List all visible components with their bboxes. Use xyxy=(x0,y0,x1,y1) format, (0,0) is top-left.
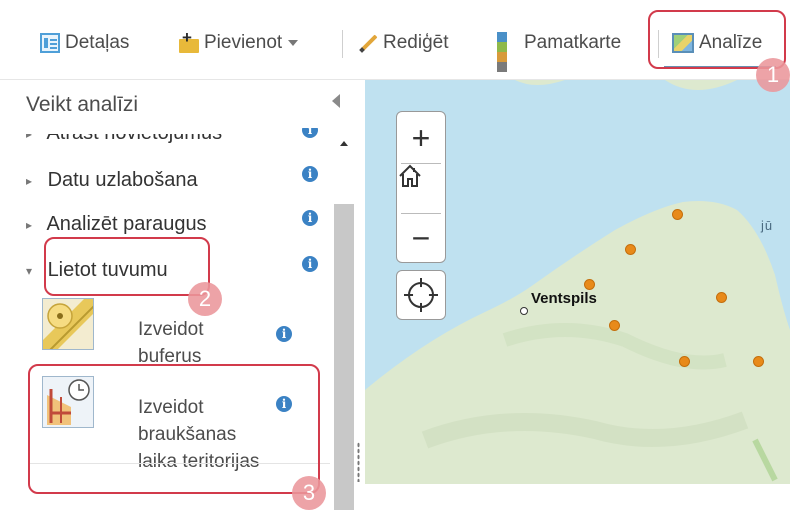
details-button[interactable]: Detaļas xyxy=(40,28,129,58)
highlight-step-2 xyxy=(44,237,210,296)
city-marker xyxy=(520,307,528,315)
resize-grip[interactable] xyxy=(357,442,360,482)
info-icon[interactable]: i xyxy=(276,326,292,342)
chevron-right-icon: ▸ xyxy=(26,126,33,141)
edit-button[interactable]: Rediģēt xyxy=(360,28,449,58)
group-label: Atrast novietojumus xyxy=(46,122,223,144)
group-analyze-patterns[interactable]: ▸ Analizēt paraugus xyxy=(26,213,207,236)
details-label: Detaļas xyxy=(65,32,130,53)
poi-marker[interactable] xyxy=(679,356,690,367)
home-icon xyxy=(399,164,421,187)
create-buffers-label[interactable]: Izveidot buferus xyxy=(138,316,203,370)
chevron-down-icon xyxy=(288,40,299,46)
locate-crosshair-icon xyxy=(404,278,438,312)
details-icon xyxy=(40,33,60,53)
basemap-button[interactable]: Pamatkarte xyxy=(497,28,622,72)
group-data-enrichment[interactable]: ▸ Datu uzlabošana xyxy=(26,169,198,192)
poi-marker[interactable] xyxy=(584,279,595,290)
highlight-step-3 xyxy=(28,364,320,494)
basemap-grid-icon xyxy=(497,32,519,72)
add-button[interactable]: + Pievienot xyxy=(177,28,299,58)
group-find-locations[interactable]: ▸ Atrast novietojumus xyxy=(26,122,223,145)
group-label: Analizēt paraugus xyxy=(46,213,207,235)
poi-marker[interactable] xyxy=(625,244,636,255)
step-badge-3: 3 xyxy=(292,476,326,510)
collapse-panel-icon[interactable] xyxy=(332,94,340,108)
poi-marker[interactable] xyxy=(753,356,764,367)
basemap-label: Pamatkarte xyxy=(524,32,622,53)
zoom-controls: + − xyxy=(396,111,446,263)
poi-marker[interactable] xyxy=(609,320,620,331)
add-layer-icon: + xyxy=(177,28,199,54)
group-label: Datu uzlabošana xyxy=(47,169,198,191)
toolbar-divider xyxy=(342,30,343,58)
info-icon[interactable]: i xyxy=(302,256,318,272)
info-icon[interactable]: i xyxy=(302,128,318,138)
scroll-up-arrow-icon[interactable] xyxy=(340,141,348,146)
zoom-out-button[interactable]: − xyxy=(397,213,445,263)
info-icon[interactable]: i xyxy=(302,166,318,182)
zoom-in-button[interactable]: + xyxy=(397,113,445,163)
poi-marker[interactable] xyxy=(672,209,683,220)
step-badge-1: 1 xyxy=(756,58,790,92)
info-icon[interactable]: i xyxy=(302,210,318,226)
add-label: Pievienot xyxy=(204,32,283,53)
locate-button[interactable] xyxy=(396,270,446,320)
panel-title: Veikt analīzi xyxy=(26,93,139,116)
home-button[interactable] xyxy=(397,163,445,213)
poi-marker[interactable] xyxy=(716,292,727,303)
chevron-right-icon: ▸ xyxy=(26,173,33,188)
edit-label: Rediģēt xyxy=(383,32,449,53)
chevron-down-icon: ▾ xyxy=(26,263,33,278)
step-badge-2: 2 xyxy=(188,282,222,316)
chevron-right-icon: ▸ xyxy=(26,217,33,232)
create-buffers-icon[interactable] xyxy=(42,298,94,350)
pencil-icon xyxy=(360,34,378,52)
scrollbar[interactable] xyxy=(334,204,354,510)
city-label: Ventspils xyxy=(531,290,597,307)
water-label: jū xyxy=(761,218,774,233)
map-view[interactable]: + − Ventspils jū xyxy=(365,80,790,484)
